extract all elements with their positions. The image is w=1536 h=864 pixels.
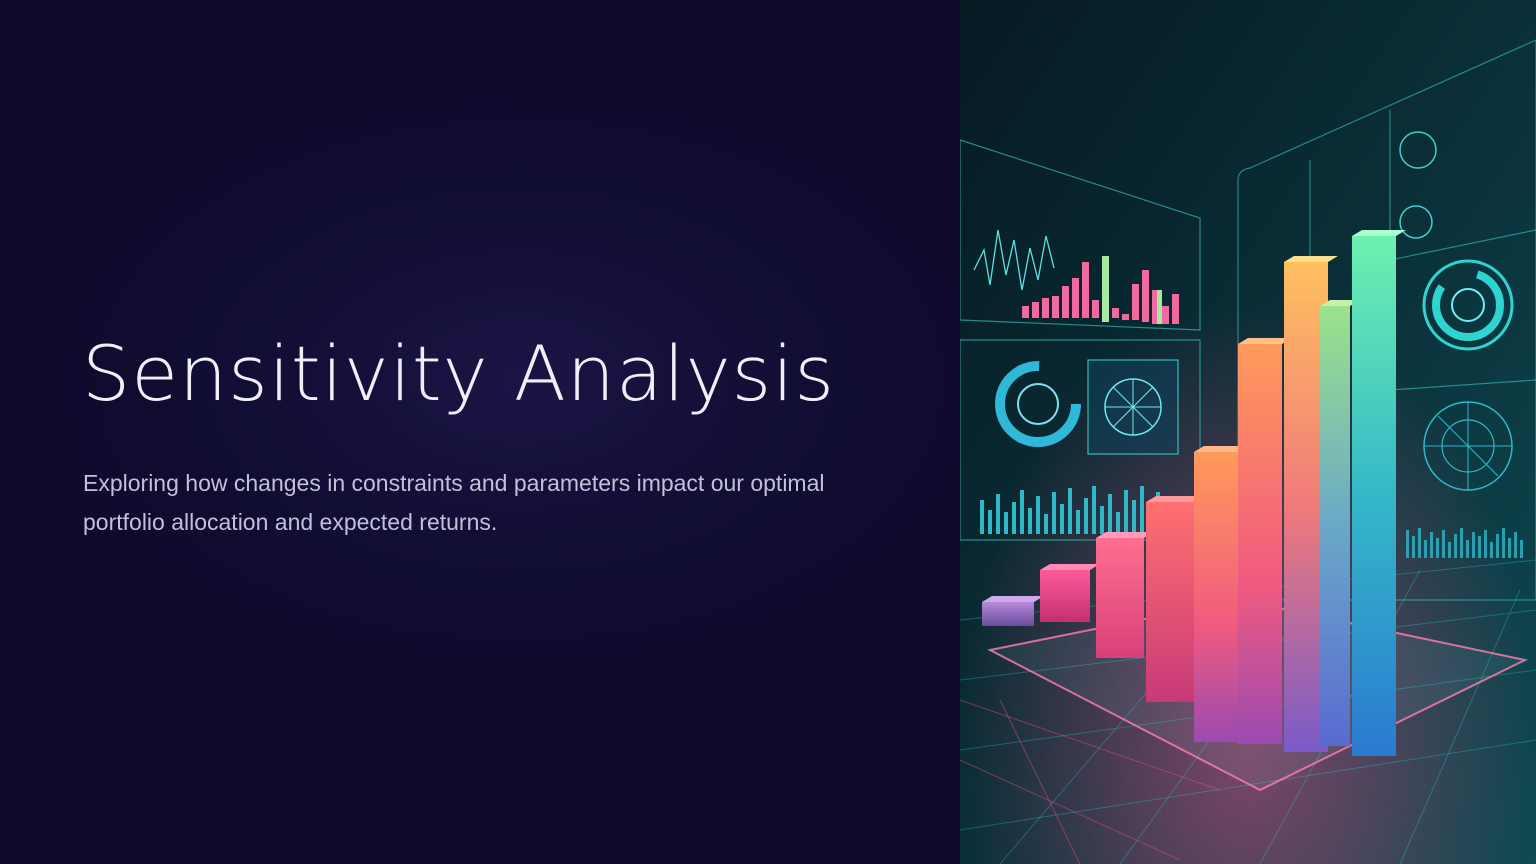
text-panel: Sensitivity Analysis Exploring how chang… bbox=[0, 0, 960, 864]
bar-chart-illustration-icon bbox=[960, 0, 1536, 864]
hero-illustration bbox=[960, 0, 1536, 864]
slide: Sensitivity Analysis Exploring how chang… bbox=[0, 0, 1536, 864]
slide-title: Sensitivity Analysis bbox=[82, 329, 835, 418]
slide-subtitle: Exploring how changes in constraints and… bbox=[83, 470, 825, 535]
